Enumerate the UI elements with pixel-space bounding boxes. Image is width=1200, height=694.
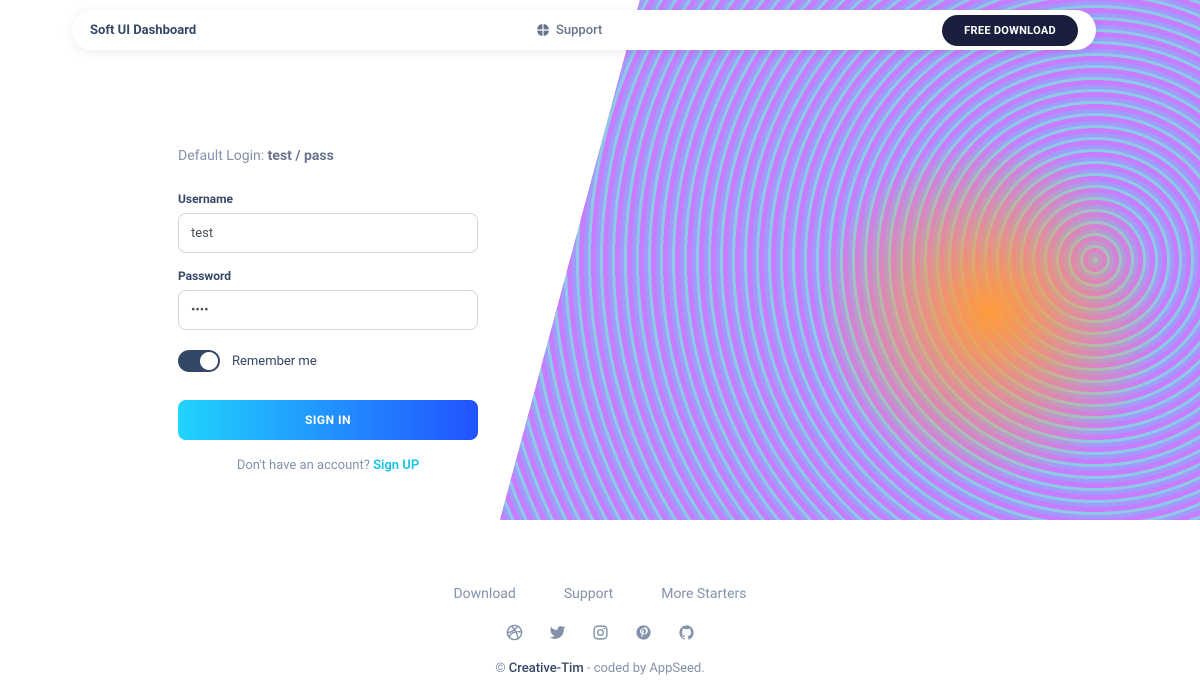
social-icons xyxy=(0,624,1200,641)
github-icon[interactable] xyxy=(678,624,695,641)
support-link[interactable]: Support xyxy=(196,23,942,38)
username-label: Username xyxy=(178,192,478,206)
login-hint-prefix: Default Login: xyxy=(178,148,268,164)
footer-link-download[interactable]: Download xyxy=(453,586,515,602)
remember-toggle[interactable] xyxy=(178,350,220,372)
remember-label: Remember me xyxy=(232,354,317,369)
signup-row: Don't have an account? Sign UP xyxy=(178,458,478,473)
login-hint: Default Login: test / pass xyxy=(178,148,478,164)
support-label: Support xyxy=(556,23,602,38)
pie-chart-icon xyxy=(536,23,550,37)
copyright-suffix: - coded by AppSeed. xyxy=(584,661,705,676)
hero-background-image xyxy=(500,0,1200,520)
footer-links: Download Support More Starters xyxy=(0,586,1200,602)
password-label: Password xyxy=(178,269,478,283)
sign-in-button[interactable]: SIGN IN xyxy=(178,400,478,440)
top-navbar: Soft UI Dashboard Support FREE DOWNLOAD xyxy=(72,10,1096,50)
username-input[interactable] xyxy=(178,213,478,253)
copyright-prefix: © xyxy=(495,661,508,676)
brand-title[interactable]: Soft UI Dashboard xyxy=(90,23,196,38)
footer-link-support[interactable]: Support xyxy=(564,586,613,602)
footer: Download Support More Starters © Creativ… xyxy=(0,586,1200,676)
toggle-knob xyxy=(200,352,218,370)
copyright-brand[interactable]: Creative-Tim xyxy=(509,661,584,676)
instagram-icon[interactable] xyxy=(592,624,609,641)
signup-prefix: Don't have an account? xyxy=(237,458,373,473)
login-hint-credentials: test / pass xyxy=(268,148,334,164)
twitter-icon[interactable] xyxy=(549,624,566,641)
password-input[interactable] xyxy=(178,290,478,330)
dribbble-icon[interactable] xyxy=(506,624,523,641)
remember-row: Remember me xyxy=(178,350,478,372)
copyright: © Creative-Tim - coded by AppSeed. xyxy=(0,661,1200,676)
login-form: Default Login: test / pass Username Pass… xyxy=(178,148,478,473)
pinterest-icon[interactable] xyxy=(635,624,652,641)
footer-link-more-starters[interactable]: More Starters xyxy=(661,586,746,602)
sign-up-link[interactable]: Sign UP xyxy=(373,458,419,473)
free-download-button[interactable]: FREE DOWNLOAD xyxy=(942,15,1078,46)
